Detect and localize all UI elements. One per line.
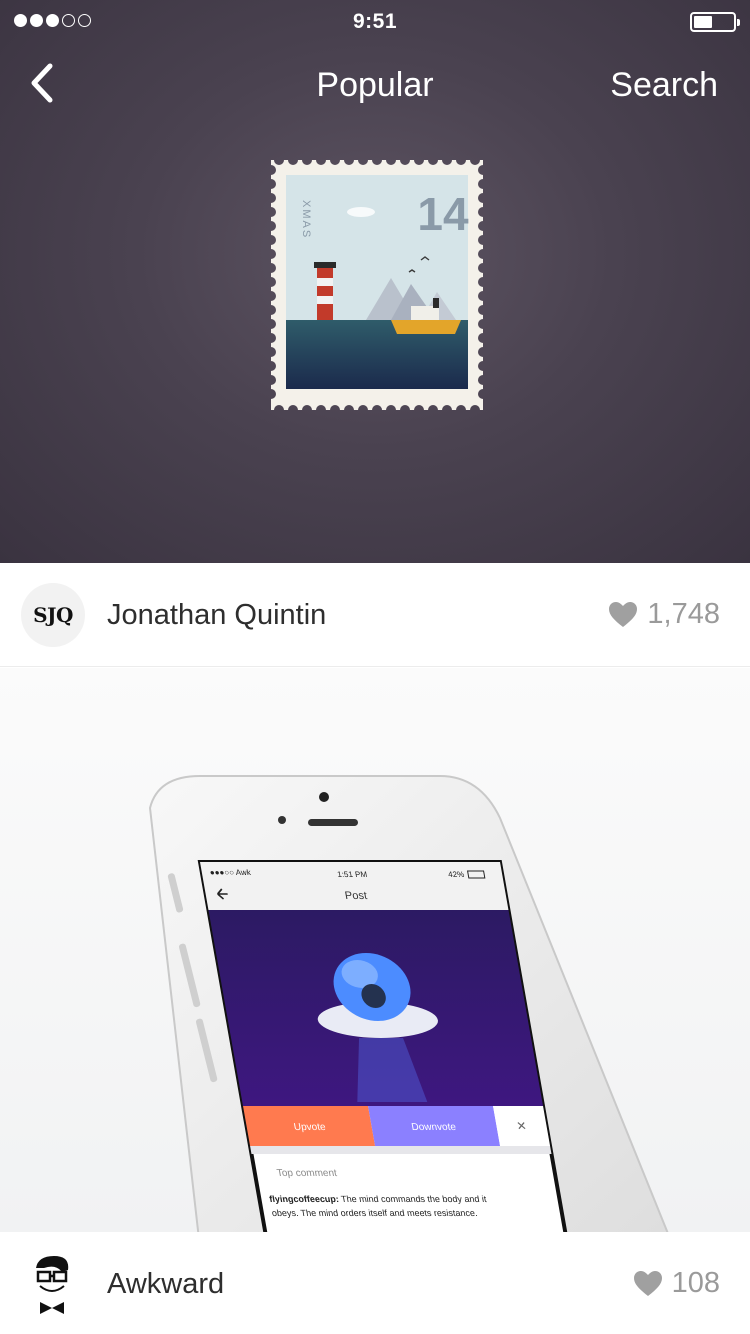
author-name[interactable]: Jonathan Quintin <box>107 599 326 632</box>
stamp-number: 14 <box>417 188 469 240</box>
downvote-label: Downvote <box>411 1122 458 1133</box>
preview-time: 1:51 PM <box>337 870 369 879</box>
avatar[interactable] <box>26 1252 78 1316</box>
search-button[interactable]: Search <box>610 66 718 105</box>
heart-icon <box>609 601 638 627</box>
shot-author-row[interactable]: SJQ Jonathan Quintin 1,748 <box>0 563 750 667</box>
avatar[interactable]: SJQ <box>21 583 85 647</box>
like-count-value: 108 <box>671 1267 720 1299</box>
battery-icon <box>690 12 740 32</box>
comment-header: Top comment <box>276 1168 338 1179</box>
hero-header: 9:51 Popular Search 14 XMAS <box>0 0 750 563</box>
shot-image-phone-mockup[interactable]: ●●●○○ Awk 1:51 PM 42% Post Upvote Downvo… <box>0 668 750 1232</box>
preview-carrier: ●●●○○ Awk <box>209 868 252 877</box>
like-count-value: 1,748 <box>647 598 720 630</box>
stamp-label: XMAS <box>300 200 312 239</box>
phone-mockup-illustration: ●●●○○ Awk 1:51 PM 42% Post Upvote Downvo… <box>148 775 669 1232</box>
upvote-label: Upvote <box>293 1122 327 1133</box>
shot-author-row[interactable]: Awkward 108 <box>0 1232 750 1334</box>
comment-line-1: flyingcoffeecup: The mind commands the b… <box>269 1194 488 1204</box>
comment-line-2: obeys. The mind orders itself and meets … <box>271 1208 478 1218</box>
like-count[interactable]: 108 <box>633 1267 720 1300</box>
preview-screen-title: Post <box>344 890 368 902</box>
preview-battery: 42% <box>447 870 465 879</box>
author-name[interactable]: Awkward <box>107 1268 224 1301</box>
shot-image-stamp[interactable]: 14 XMAS <box>271 160 483 410</box>
like-count[interactable]: 1,748 <box>609 598 720 631</box>
heart-icon <box>633 1270 662 1296</box>
status-time: 9:51 <box>352 10 398 33</box>
status-bar: 9:51 <box>0 0 750 42</box>
